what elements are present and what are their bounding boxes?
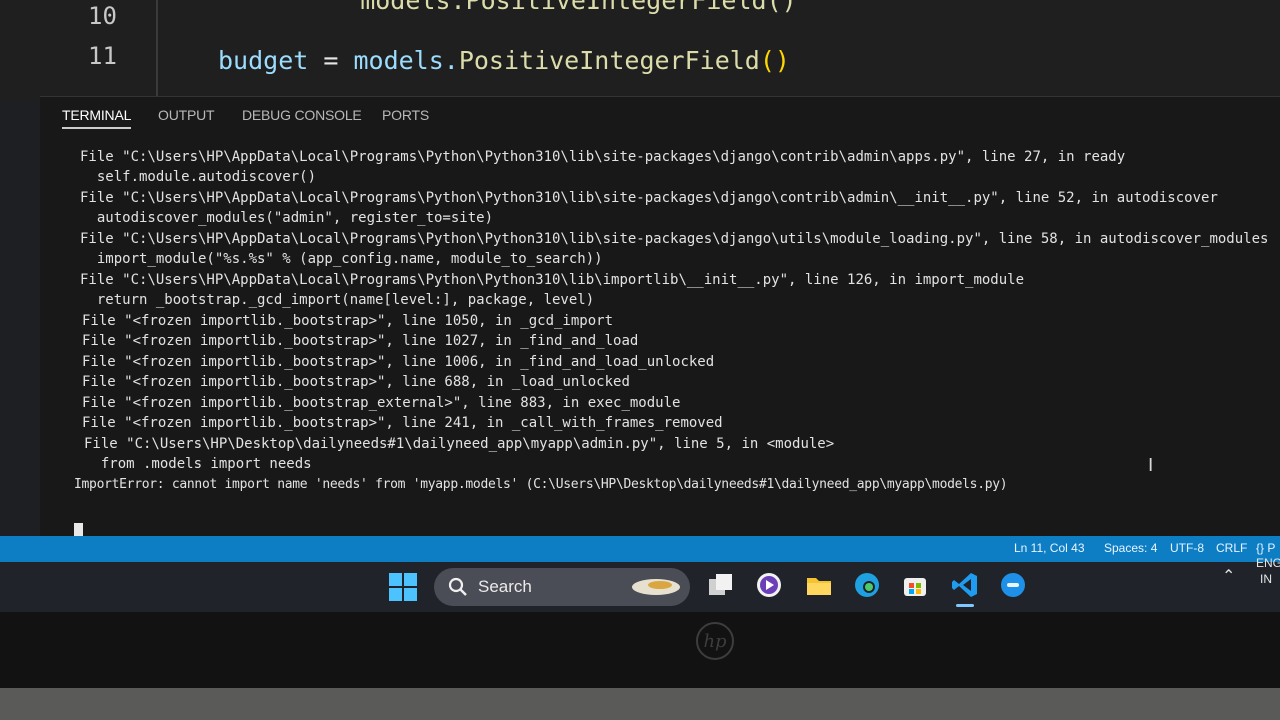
- code-line-11[interactable]: budget = models.PositiveIntegerField(): [218, 46, 790, 75]
- line-number: 10: [88, 2, 117, 30]
- terminal-line: File "<frozen importlib._bootstrap>", li…: [82, 354, 715, 370]
- line-number: 11: [88, 42, 117, 70]
- screen: 10 11 models.PositiveIntegerField() budg…: [0, 0, 1280, 612]
- active-app-indicator: [956, 604, 974, 607]
- app-icon[interactable]: [998, 570, 1028, 600]
- status-language[interactable]: {} P: [1256, 541, 1275, 555]
- taskbar-search[interactable]: Search: [434, 568, 690, 606]
- search-label: Search: [478, 577, 532, 596]
- code-line-10[interactable]: models.PositiveIntegerField(): [300, 0, 797, 15]
- status-cursor-position[interactable]: Ln 11, Col 43: [1014, 541, 1085, 555]
- status-bar: Ln 11, Col 43 Spaces: 4 UTF-8 CRLF {} P: [0, 536, 1280, 562]
- media-player-icon[interactable]: [754, 570, 784, 600]
- terminal-line: self.module.autodiscover(): [80, 169, 317, 185]
- terminal-line: File "<frozen importlib._bootstrap>", li…: [82, 374, 630, 390]
- terminal-line: File "C:\Users\HP\AppData\Local\Programs…: [80, 190, 1218, 206]
- laptop-base: [0, 688, 1280, 720]
- terminal-line: File "<frozen importlib._bootstrap>", li…: [82, 333, 639, 349]
- status-indentation[interactable]: Spaces: 4: [1104, 541, 1157, 555]
- code-variable: budget: [218, 46, 309, 75]
- status-eol[interactable]: CRLF: [1216, 541, 1247, 555]
- mouse-ibeam-icon: I: [1148, 455, 1154, 476]
- windows-start-icon[interactable]: [388, 572, 418, 602]
- tab-output[interactable]: OUTPUT: [158, 107, 215, 123]
- task-view-icon[interactable]: [706, 570, 736, 600]
- terminal-line: File "C:\Users\HP\AppData\Local\Programs…: [80, 231, 1269, 247]
- tab-ports[interactable]: PORTS: [382, 107, 429, 123]
- code-module: models.: [353, 46, 459, 75]
- search-icon: [448, 577, 468, 601]
- tray-language[interactable]: ENG: [1256, 556, 1280, 570]
- store-icon[interactable]: [900, 570, 930, 600]
- vscode-icon[interactable]: [950, 570, 980, 607]
- terminal-line: File "C:\Users\HP\AppData\Local\Programs…: [80, 272, 1025, 288]
- chevron-up-icon[interactable]: ⌃: [1222, 566, 1235, 586]
- terminal-line: import_module("%s.%s" % (app_config.name…: [80, 251, 603, 267]
- edge-browser-icon[interactable]: [852, 570, 882, 600]
- terminal-line: return _bootstrap._gcd_import(name[level…: [80, 292, 595, 308]
- status-encoding[interactable]: UTF-8: [1170, 541, 1204, 555]
- terminal-line: File "C:\Users\HP\AppData\Local\Programs…: [80, 149, 1126, 165]
- tab-debug-console[interactable]: DEBUG CONSOLE: [242, 107, 362, 123]
- code-editor[interactable]: 10 11 models.PositiveIntegerField() budg…: [0, 0, 1280, 100]
- line-number-gutter: 10 11: [58, 0, 158, 100]
- code-operator: =: [308, 46, 354, 75]
- terminal-line: from .models import needs: [84, 456, 312, 472]
- terminal-line: autodiscover_modules("admin", register_t…: [80, 210, 494, 226]
- code-function: PositiveIntegerField: [458, 46, 760, 75]
- terminal-line: File "<frozen importlib._bootstrap>", li…: [82, 313, 614, 329]
- terminal-error-line: ImportError: cannot import name 'needs' …: [74, 477, 1008, 492]
- terminal-line: File "<frozen importlib._bootstrap>", li…: [82, 415, 723, 431]
- taskbar: Search ⌃ ENG IN: [0, 556, 1280, 612]
- hp-logo: hp: [696, 622, 734, 660]
- tray-region[interactable]: IN: [1260, 572, 1272, 586]
- terminal-line: File "<frozen importlib._bootstrap_exter…: [82, 395, 681, 411]
- search-highlight-icon: [630, 576, 682, 602]
- code-parens: (): [759, 46, 790, 75]
- tab-terminal[interactable]: TERMINAL: [62, 107, 131, 129]
- terminal-line: File "C:\Users\HP\Desktop\dailyneeds#1\d…: [84, 436, 835, 452]
- bottom-panel: TERMINAL OUTPUT DEBUG CONSOLE PORTS File…: [40, 96, 1280, 539]
- file-explorer-icon[interactable]: [804, 570, 834, 600]
